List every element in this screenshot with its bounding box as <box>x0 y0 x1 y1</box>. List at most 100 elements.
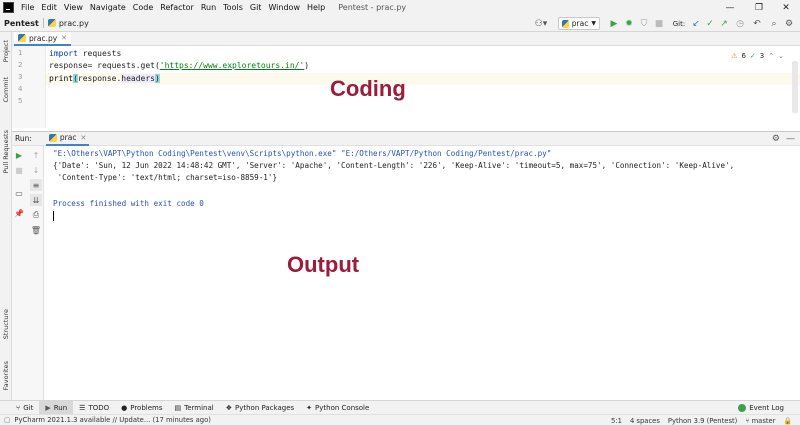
scroll-up-icon[interactable]: ↑ <box>30 149 42 161</box>
close-tab-icon[interactable]: ✕ <box>81 134 87 142</box>
coverage-icon[interactable]: ⛉ <box>638 16 650 31</box>
stop-icon[interactable]: ■ <box>653 16 665 31</box>
user-icon[interactable]: ⚇▾ <box>532 16 550 31</box>
menu-edit[interactable]: Edit <box>41 3 57 12</box>
paren-close: ) <box>155 74 160 83</box>
restore-icon[interactable]: ❐ <box>745 0 773 15</box>
run-tab-label: prac <box>59 133 77 142</box>
commit-tool-tab[interactable]: Commit <box>1 74 11 106</box>
problems-tool-button[interactable]: ● Problems <box>115 401 168 415</box>
left-tool-strip: Project Commit Pull Requests Structure F… <box>0 32 12 401</box>
status-right: 5:1 4 spaces Python 3.9 (Pentest) ⑂ mast… <box>611 415 792 425</box>
pin-icon[interactable]: 📌 <box>13 207 25 219</box>
git-label: Git: <box>672 19 686 28</box>
menu-file[interactable]: File <box>21 3 34 12</box>
event-log-button[interactable]: Event Log <box>738 401 784 415</box>
python-config-icon <box>562 19 569 28</box>
editor-scrollbar[interactable] <box>792 61 798 113</box>
editor-tab-label: prac.py <box>29 33 58 43</box>
inspection-widget[interactable]: ⚠ 6 ✓ 3 ⌃ ⌄ <box>731 52 784 60</box>
git-update-icon[interactable]: ↙ <box>690 16 702 31</box>
breadcrumb-project[interactable]: Pentest <box>4 19 39 28</box>
stop-run-icon[interactable]: ■ <box>13 164 25 176</box>
attribute-headers: headers <box>121 74 155 83</box>
settings-icon[interactable]: ⚙ <box>783 16 795 31</box>
print-function: print <box>49 74 74 83</box>
layout-icon[interactable]: ▭ <box>13 187 25 199</box>
bottom-tool-bar: ⑂ Git ▶ Run ☰ TODO ● Problems ▤ Terminal ❖ Pyt… <box>0 400 800 415</box>
run-tool-button[interactable]: ▶ Run <box>39 400 74 415</box>
git-tool-button[interactable]: ⑂ Git <box>10 401 39 415</box>
trash-icon[interactable]: 🗑 <box>30 224 42 236</box>
git-push-icon[interactable]: ↗ <box>718 16 730 31</box>
code-editor[interactable]: 1 2 3 4 5 import requests response= requ… <box>12 46 800 128</box>
chevron-up-icon[interactable]: ⌃ <box>768 52 774 60</box>
line-number: 2 <box>18 61 23 69</box>
run-icon: ▶ <box>45 403 51 412</box>
interpreter-setting[interactable]: Python 3.9 (Pentest) <box>668 417 737 425</box>
run-icon[interactable]: ▶ <box>608 16 620 31</box>
python-console-icon: ✦ <box>306 403 313 412</box>
rollback-icon[interactable]: ↶ <box>751 16 763 31</box>
packages-icon: ❖ <box>225 403 232 412</box>
indent-setting[interactable]: 4 spaces <box>630 417 660 425</box>
run-config-label: prac <box>571 19 589 28</box>
menu-navigate[interactable]: Navigate <box>90 3 126 12</box>
project-tool-tab[interactable]: Project <box>1 36 11 66</box>
text-caret <box>53 211 54 221</box>
menu-view[interactable]: View <box>64 3 83 12</box>
close-tab-icon[interactable]: ✕ <box>61 34 67 42</box>
terminal-tool-label: Terminal <box>184 403 214 412</box>
todo-tool-button[interactable]: ☰ TODO <box>73 401 115 415</box>
python-packages-tool-button[interactable]: ❖ Python Packages <box>220 401 300 415</box>
git-commit-icon[interactable]: ✓ <box>704 16 716 31</box>
breadcrumb-separator <box>42 18 44 28</box>
commit-tab-label: Commit <box>2 77 10 103</box>
pull-requests-tool-tab[interactable]: Pull Requests <box>1 124 11 180</box>
editor-tab-prac[interactable]: prac.py ✕ <box>14 32 72 46</box>
line-number: 4 <box>18 85 23 93</box>
editor-tab-bar: prac.py ✕ <box>12 32 800 46</box>
chevron-down-icon[interactable]: ⌄ <box>778 52 784 60</box>
url-string[interactable]: 'https://www.exploretours.in/' <box>160 61 305 70</box>
lock-icon[interactable]: 🔒 <box>784 417 792 425</box>
git-branch-status[interactable]: ⑂ master <box>745 417 775 425</box>
close-window-icon[interactable]: ✕ <box>772 0 800 15</box>
print-icon[interactable]: ⎙ <box>30 209 42 221</box>
cursor-position[interactable]: 5:1 <box>611 417 622 425</box>
minimize-icon[interactable]: — <box>716 0 744 15</box>
menu-window[interactable]: Window <box>268 3 300 12</box>
terminal-tool-button[interactable]: ▤ Terminal <box>169 401 220 415</box>
run-configuration-select[interactable]: prac ▼ <box>558 17 600 30</box>
run-console[interactable]: "E:\Others\VAPT\Python Coding\Pentest\ve… <box>45 146 800 400</box>
scroll-to-end-icon[interactable]: ⇊ <box>30 194 42 206</box>
hide-panel-icon[interactable]: — <box>786 134 795 144</box>
soft-wrap-icon[interactable]: ≡ <box>30 179 42 191</box>
warning-count: 6 <box>741 52 746 60</box>
menu-code[interactable]: Code <box>133 3 153 12</box>
menu-run[interactable]: Run <box>201 3 216 12</box>
history-icon[interactable]: ◷ <box>734 16 746 31</box>
project-tab-label: Project <box>2 39 10 63</box>
structure-tool-tab[interactable]: Structure <box>1 304 11 344</box>
title-bar: File Edit View Navigate Code Refactor Ru… <box>0 0 800 15</box>
status-message[interactable]: PyCharm 2021.1.3 available // Update... … <box>14 416 211 424</box>
search-icon[interactable]: ⌕ <box>768 16 780 31</box>
line-number: 5 <box>18 97 23 105</box>
menu-help[interactable]: Help <box>307 3 325 12</box>
todo-tool-label: TODO <box>88 403 110 412</box>
list-icon: ☰ <box>79 403 86 412</box>
rerun-icon[interactable]: ▶ <box>13 149 25 161</box>
menu-git[interactable]: Git <box>250 3 262 12</box>
debug-icon[interactable]: ✹ <box>623 16 635 31</box>
menu-refactor[interactable]: Refactor <box>160 3 194 12</box>
code-text: response= requests.get( <box>49 61 160 70</box>
python-console-tool-button[interactable]: ✦ Python Console <box>300 401 375 415</box>
run-tab-prac[interactable]: prac ✕ <box>45 132 90 146</box>
code-text: requests <box>77 49 122 58</box>
settings-icon[interactable]: ⚙ <box>772 134 780 144</box>
favorites-tool-tab[interactable]: Favorites <box>1 357 11 395</box>
menu-tools[interactable]: Tools <box>223 3 243 12</box>
scroll-down-icon[interactable]: ↓ <box>30 164 42 176</box>
breadcrumb-file[interactable]: prac.py <box>59 19 89 28</box>
